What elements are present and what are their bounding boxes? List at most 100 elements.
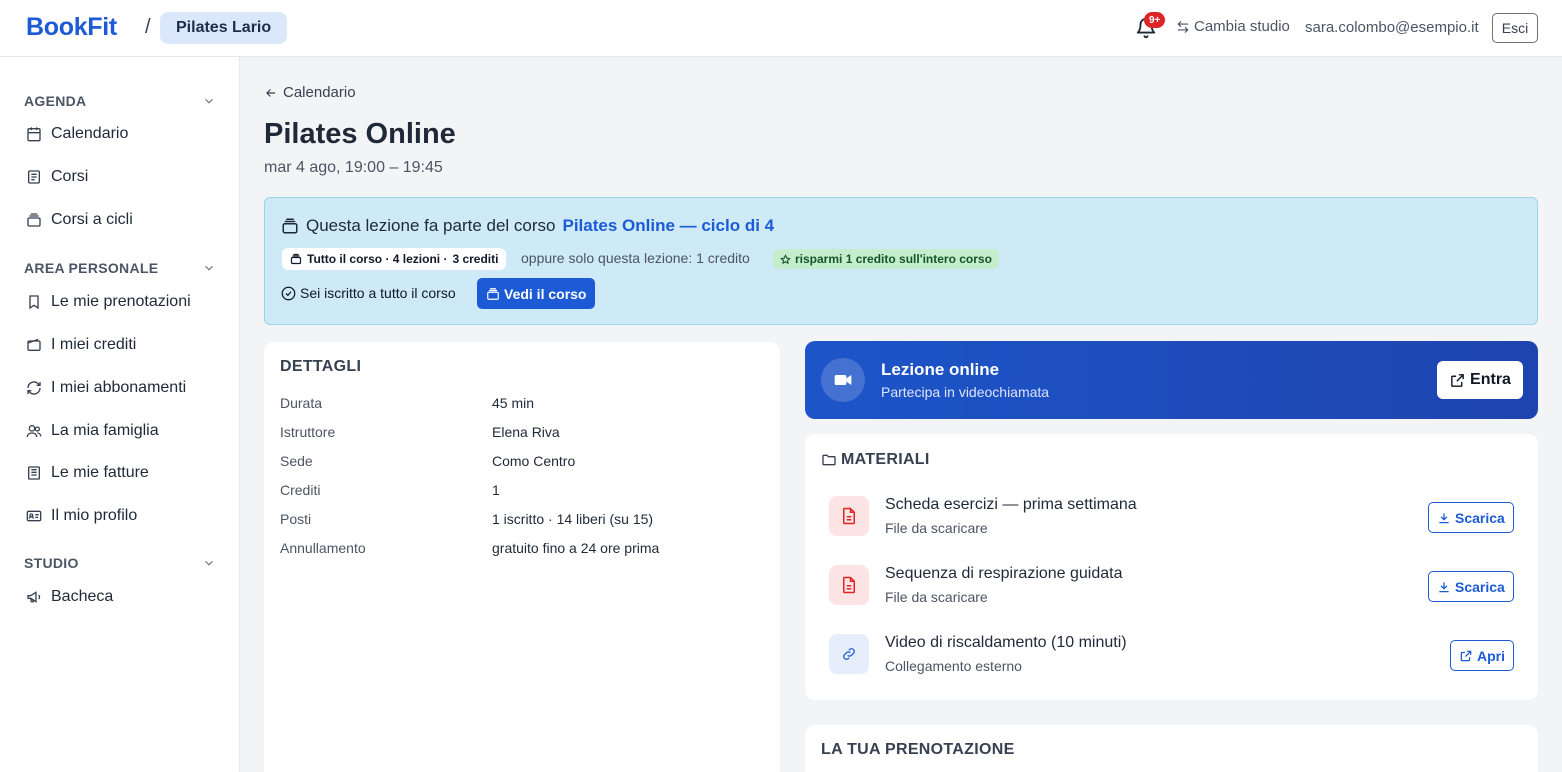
video-icon xyxy=(821,358,865,402)
switch-studio-link[interactable]: Cambia studio xyxy=(1176,18,1290,35)
chevron-down-icon xyxy=(205,98,213,104)
sidebar-item-fatture[interactable]: Le mie fatture xyxy=(26,464,149,482)
detail-value: Elena Riva xyxy=(492,424,560,440)
file-pdf-icon xyxy=(829,496,869,536)
sidebar-item-corsi[interactable]: Corsi xyxy=(26,168,88,186)
sidebar-section-studio[interactable]: STUDIO xyxy=(24,553,216,573)
material-name: Video di riscaldamento (10 minuti) xyxy=(885,634,1127,651)
online-subtitle: Partecipa in videochiamata xyxy=(881,384,1050,400)
course-price-chip: Tutto il corso · 4 lezioni · 3 crediti xyxy=(282,248,507,270)
savings-text: risparmi 1 credito sull'intero corso xyxy=(795,252,992,266)
sidebar-section-agenda[interactable]: AGENDA xyxy=(24,91,216,111)
detail-value: 45 min xyxy=(492,395,535,411)
stack-icon xyxy=(282,218,298,234)
detail-value: 1 xyxy=(492,482,500,498)
section-title: AGENDA xyxy=(24,93,87,109)
back-label: Calendario xyxy=(283,84,356,101)
page-title: Pilates Online xyxy=(264,118,456,150)
download-icon xyxy=(1439,581,1449,592)
online-title: Lezione online xyxy=(881,360,1000,379)
sidebar-item-crediti[interactable]: I miei crediti xyxy=(26,336,136,354)
sidebar-item-corsi-a-cicli[interactable]: Corsi a cicli xyxy=(26,211,133,229)
back-link[interactable]: Calendario xyxy=(264,84,356,101)
brand-logo[interactable]: BookFit xyxy=(26,13,117,42)
material-item: Video di riscaldamento (10 minuti) Colle… xyxy=(829,634,1514,676)
online-lesson-card: Lezione online Partecipa in videochiamat… xyxy=(805,341,1538,419)
details-title: DETTAGLI xyxy=(280,358,362,375)
enter-label: Entra xyxy=(1470,371,1511,388)
sidebar-item-label: Il mio profilo xyxy=(51,507,138,524)
current-studio[interactable]: Pilates Lario xyxy=(160,12,288,44)
booking-card: LA TUA PRENOTAZIONE xyxy=(805,725,1538,772)
external-link-icon xyxy=(1460,650,1472,661)
material-name: Scheda esercizi — prima settimana xyxy=(885,496,1137,513)
sidebar-item-label: Le mie prenotazioni xyxy=(51,293,191,310)
sidebar-item-label: Bacheca xyxy=(51,588,114,605)
chevron-down-icon xyxy=(205,560,213,566)
refresh-icon xyxy=(27,381,41,395)
stack-icon xyxy=(487,287,499,300)
material-type: File da scaricare xyxy=(885,520,988,536)
material-type: File da scaricare xyxy=(885,589,988,605)
folder-icon xyxy=(822,454,836,466)
sidebar-item-profilo[interactable]: Il mio profilo xyxy=(26,507,137,525)
detail-value: Como Centro xyxy=(492,453,576,469)
receipt-icon xyxy=(28,466,40,480)
download-button[interactable]: Scarica xyxy=(1428,502,1514,533)
logout-button[interactable]: Esci xyxy=(1492,13,1538,43)
enter-button[interactable]: Entra xyxy=(1437,361,1523,399)
view-course-button[interactable]: Vedi il corso xyxy=(477,278,596,309)
chip-course-label: Tutto il corso · 4 lezioni · xyxy=(307,252,448,266)
sidebar-section-area-personale[interactable]: AREA PERSONALE xyxy=(24,258,216,278)
enrolled-text: Sei iscritto a tutto il corso xyxy=(300,285,456,301)
lesson-datetime: mar 4 ago, 19:00 – 19:45 xyxy=(264,159,443,176)
materials-title: MATERIALI xyxy=(841,451,930,468)
notification-badge: 9+ xyxy=(1144,12,1166,28)
view-course-label: Vedi il corso xyxy=(504,285,587,302)
course-link[interactable]: Pilates Online — ciclo di 4 xyxy=(562,216,774,236)
detail-label: Sede xyxy=(280,453,313,469)
detail-label: Istruttore xyxy=(280,424,336,440)
section-title: STUDIO xyxy=(24,555,79,571)
calendar-icon xyxy=(27,127,41,142)
breadcrumb-separator: / xyxy=(145,16,151,38)
section-title: AREA PERSONALE xyxy=(24,260,159,276)
material-item: Scheda esercizi — prima settimana File d… xyxy=(829,496,1514,538)
open-link-button[interactable]: Apri xyxy=(1450,640,1514,671)
file-pdf-icon xyxy=(829,565,869,605)
sidebar-item-bacheca[interactable]: Bacheca xyxy=(26,588,113,606)
course-banner-text: Questa lezione fa parte del corso Pilate… xyxy=(281,216,774,236)
material-name: Sequenza di respirazione guidata xyxy=(885,565,1123,582)
sidebar-item-abbonamenti[interactable]: I miei abbonamenti xyxy=(26,379,186,397)
users-icon xyxy=(26,425,42,438)
detail-label: Crediti xyxy=(280,482,321,498)
download-label: Scarica xyxy=(1455,578,1505,595)
material-item: Sequenza di respirazione guidata File da… xyxy=(829,565,1514,607)
check-circle-icon xyxy=(281,286,296,300)
sidebar-item-prenotazioni[interactable]: Le mie prenotazioni xyxy=(26,293,191,311)
stack-icon xyxy=(290,253,302,265)
sidebar-item-label: Corsi a cicli xyxy=(51,211,133,228)
download-button[interactable]: Scarica xyxy=(1428,571,1514,602)
detail-value: 1 iscritto · 14 liberi (su 15) xyxy=(492,511,654,527)
stack-icon xyxy=(27,213,41,227)
piggy-bank-icon xyxy=(780,253,791,264)
sidebar-item-label: Le mie fatture xyxy=(51,464,149,481)
chevron-down-icon xyxy=(205,265,213,271)
swap-icon xyxy=(1177,20,1189,33)
external-link-icon xyxy=(1451,373,1464,387)
download-label: Scarica xyxy=(1455,509,1505,526)
booking-title: LA TUA PRENOTAZIONE xyxy=(821,741,1015,758)
list-icon xyxy=(28,170,40,184)
open-label: Apri xyxy=(1477,647,1505,664)
bookmark-icon xyxy=(29,295,39,310)
detail-label: Annullamento xyxy=(280,540,366,556)
megaphone-icon xyxy=(27,591,41,603)
switch-studio-label: Cambia studio xyxy=(1194,18,1290,35)
sidebar-item-calendario[interactable]: Calendario xyxy=(26,125,128,143)
details-card: DETTAGLI Durata 45 min Istruttore Elena … xyxy=(264,342,780,772)
top-bar: BookFit / Pilates Lario 9+ Cambia studio… xyxy=(0,0,1562,57)
materials-header: MATERIALI xyxy=(821,451,930,469)
sidebar-item-famiglia[interactable]: La mia famiglia xyxy=(26,422,159,440)
arrow-left-icon xyxy=(266,88,276,97)
